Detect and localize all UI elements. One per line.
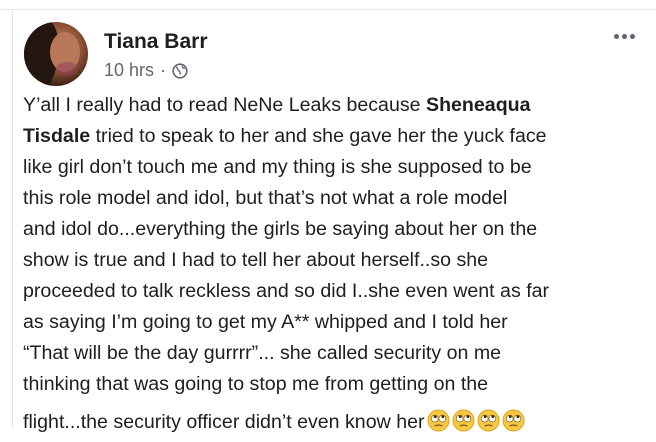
post-text-segment: Y’all I really had to read NeNe Leaks be…: [23, 94, 426, 116]
author-name[interactable]: Tiana Barr: [104, 30, 208, 54]
more-options-icon[interactable]: [614, 34, 635, 39]
post-line: flight...the security officer didn’t eve…: [23, 407, 653, 438]
post-line: as saying I’m going to get my A** whippe…: [23, 311, 508, 333]
more-dot: [630, 34, 635, 39]
post-line: show is true and I had to tell her about…: [23, 249, 489, 271]
avatar-shade: [56, 62, 78, 76]
post-line: Tisdale tried to speak to her and she ga…: [23, 121, 653, 152]
post-meta: 10 hrs ·: [104, 60, 188, 81]
rolling-eyes-emoji: [477, 409, 500, 432]
post-line: thinking that was going to stop me from …: [23, 373, 489, 395]
mention-sheneaqua: Sheneaqua: [426, 94, 531, 116]
post-line: proceeded to talk reckless and so did I.…: [23, 280, 550, 302]
rolling-eyes-emoji: [452, 409, 475, 432]
post-line: like girl don’t touch me and my thing is…: [23, 156, 532, 178]
more-dot: [622, 34, 627, 39]
author-avatar[interactable]: [24, 22, 88, 86]
post-line: and idol do...everything the girls be sa…: [23, 218, 538, 240]
post-body: Y’all I really had to read NeNe Leaks be…: [23, 90, 653, 438]
post-text-segment: tried to speak to her and she gave her t…: [90, 125, 547, 147]
more-dot: [614, 34, 619, 39]
globe-icon[interactable]: [172, 62, 188, 79]
mention-tisdale: Tisdale: [23, 125, 91, 147]
post-line: Y’all I really had to read NeNe Leaks be…: [23, 90, 653, 121]
emoji-row: [425, 409, 525, 433]
rolling-eyes-emoji: [427, 409, 450, 432]
post-text-segment: flight...the security officer didn’t eve…: [23, 411, 425, 433]
meta-separator: ·: [160, 60, 167, 80]
post-line: “That will be the day gurrrr”... she cal…: [23, 342, 502, 364]
post-line: this role model and idol, but that’s not…: [23, 187, 508, 209]
post-timestamp[interactable]: 10 hrs: [104, 60, 154, 81]
rolling-eyes-emoji: [502, 409, 525, 432]
